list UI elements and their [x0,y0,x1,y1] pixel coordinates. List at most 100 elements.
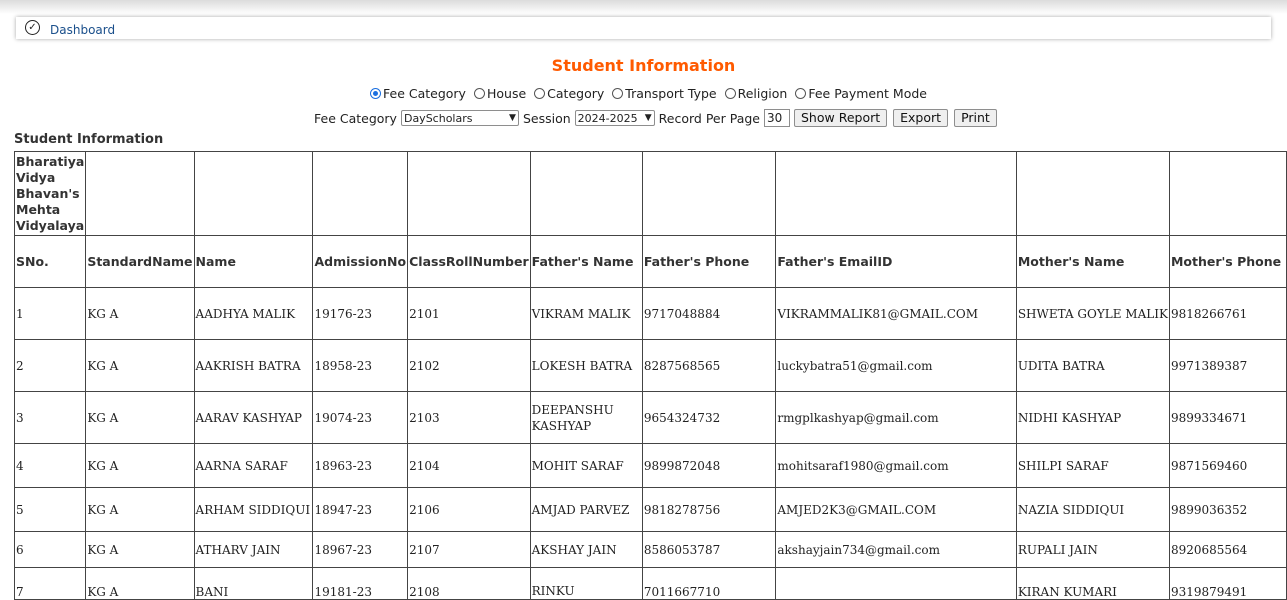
table-cell [775,567,1017,600]
dashboard-link[interactable]: Dashboard [50,23,115,37]
filter-bar: Fee Category DayScholars ▼ Session 2024-… [314,109,1003,127]
table-cell: 6 [13,531,87,568]
radio-option[interactable]: Fee Category [370,86,466,101]
column-header: StandardName [85,235,195,288]
table-cell: AMJED2K3@GMAIL.COM [775,487,1017,532]
session-select[interactable]: 2024-2025 ▼ [574,110,655,126]
table-cell: KG A [85,339,195,392]
table-cell: AADHYA MALIK [193,287,314,340]
table-cell: 2107 [407,531,531,568]
table-cell: 9654324732 [641,391,777,444]
section-label: Student Information [14,132,164,147]
radio-button[interactable] [612,88,624,99]
table-row: 4 KG A AARNA SARAF 18963-23 2104 MOHIT SARAF 9… [13,443,1287,488]
show-report-button[interactable]: Show Report [794,109,888,127]
chevron-down-icon: ▼ [509,113,516,123]
table-cell: 9818278756 [641,487,777,532]
record-per-page-input[interactable]: 30 [764,109,790,127]
radio-option[interactable]: Fee Payment Mode [795,86,927,101]
table-cell: 2108 [407,567,531,600]
empty-cell [775,151,1017,236]
radio-option[interactable]: Religion [724,86,788,101]
table-cell: 9899872048 [641,443,777,488]
radio-label: House [486,86,527,101]
table-cell: 9818266761 [1168,287,1287,340]
table-cell: MOHIT SARAF [529,443,643,488]
table-cell: UDITA BATRA [1015,339,1170,392]
table-cell: 8287568565 [641,339,777,392]
empty-cell [407,151,531,236]
radio-option[interactable]: Transport Type [612,86,717,101]
table-cell: KG A [85,443,195,488]
column-header: Mother's Phone [1168,235,1287,288]
top-bar [0,0,1287,14]
table-cell: RINKU [529,567,643,600]
fee-category-value: DayScholars [403,111,473,125]
empty-cell [529,151,643,236]
table-cell: mohitsaraf1980@gmail.com [775,443,1017,488]
table-cell: 9971389387 [1168,339,1287,392]
table-cell: KG A [85,391,195,444]
column-header: Father's Name [529,235,643,288]
radio-button[interactable] [724,88,736,99]
export-button[interactable]: Export [893,109,949,127]
table-cell: RUPALI JAIN [1015,531,1170,568]
table-cell: 2101 [407,287,531,340]
group-by-radio-group: Fee Category House Category Transport Type R… [370,86,935,102]
radio-button[interactable] [795,88,807,99]
radio-option[interactable]: Category [534,86,604,101]
empty-cell [1168,151,1287,236]
table-cell: 9899334671 [1168,391,1287,444]
table-cell: 2 [13,339,87,392]
column-header: AdmissionNo [312,235,409,288]
radio-label: Religion [737,86,788,101]
table-cell: ATHARV JAIN [193,531,314,568]
radio-button[interactable] [370,88,381,99]
radio-option[interactable]: House [473,86,527,101]
table-cell: 9717048884 [641,287,777,340]
radio-label: Fee Category [383,86,466,101]
table-cell: 5 [13,487,87,532]
table-cell: 8920685564 [1168,531,1287,568]
table-cell: 18958-23 [312,339,409,392]
empty-cell [85,151,195,236]
table-cell: 2106 [407,487,531,532]
table-cell: SHILPI SARAF [1015,443,1170,488]
column-header: ClassRollNumber [407,235,531,288]
table-row: 1 KG A AADHYA MALIK 19176-23 2101 VIKRAM MALI… [13,287,1287,340]
table-cell: akshayjain734@gmail.com [775,531,1017,568]
table-cell: 8586053787 [641,531,777,568]
table-cell: luckybatra51@gmail.com [775,339,1017,392]
table-cell: KG A [85,567,195,600]
table-cell: ARHAM SIDDIQUI [193,487,314,532]
print-button[interactable]: Print [954,109,997,127]
table-cell: 19181-23 [312,567,409,600]
radio-label: Category [547,86,605,101]
table-cell: NIDHI KASHYAP [1015,391,1170,444]
table-cell: 18967-23 [312,531,409,568]
column-header: Name [193,235,314,288]
table-cell: AARNA SARAF [193,443,314,488]
radio-button[interactable] [473,88,485,99]
column-header: Father's EmailID [775,235,1017,288]
school-name-cell: Bharatiya Vidya Bhavan's Mehta Vidyalaya [13,151,87,236]
table-cell: 9319879491 [1168,567,1287,600]
table-cell: 2102 [407,339,531,392]
table-cell: 1 [13,287,87,340]
session-value: 2024-2025 [577,111,638,125]
table-cell: 7 [13,567,87,600]
table-cell: 4 [13,443,87,488]
school-row: Bharatiya Vidya Bhavan's Mehta Vidyalaya [13,151,1287,236]
table-cell: 7011667710 [641,567,777,600]
table-row: 6 KG A ATHARV JAIN 18967-23 2107 AKSHAY JAIN 8… [13,531,1287,568]
student-table: Bharatiya Vidya Bhavan's Mehta Vidyalaya… [13,151,1287,600]
table-cell: KG A [85,531,195,568]
table-cell: NAZIA SIDDIQUI [1015,487,1170,532]
radio-button[interactable] [534,88,546,99]
fee-category-select[interactable]: DayScholars ▼ [400,110,519,126]
header-row: SNo. StandardName Name AdmissionNo ClassRoll… [13,235,1287,288]
table-cell: 3 [13,391,87,444]
radio-label: Transport Type [625,86,717,101]
breadcrumb: ✓ Dashboard [16,17,1271,39]
empty-cell [1015,151,1170,236]
